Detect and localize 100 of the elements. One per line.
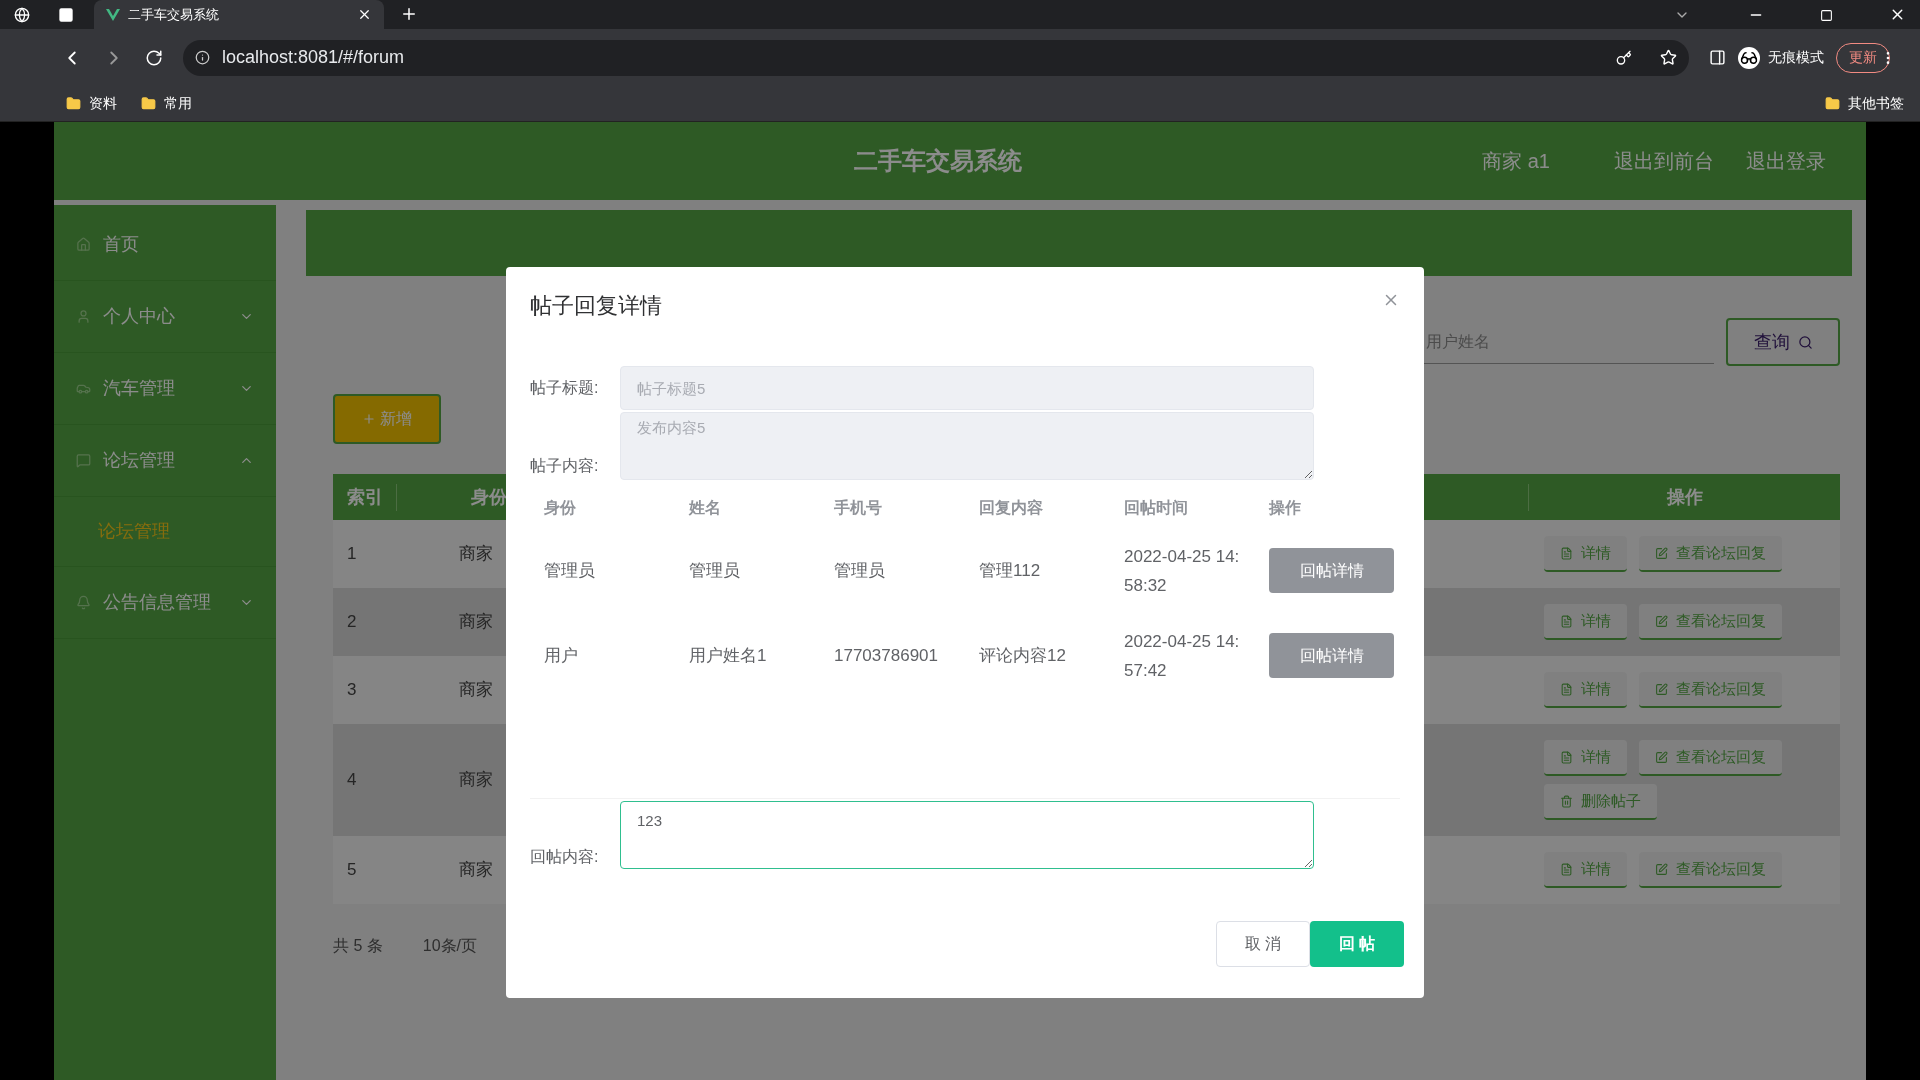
- folder-icon: [66, 96, 81, 111]
- table-cell-text: 管理员: [833, 559, 886, 582]
- table-cell-text: 商家: [458, 679, 494, 702]
- submit-button[interactable]: 回 帖: [1310, 921, 1404, 967]
- field-label: 帖子标题:: [530, 378, 600, 398]
- table-cell-text: 管理112: [978, 559, 1042, 582]
- table-cell-text: 2: [346, 611, 358, 634]
- edit-icon: [1655, 614, 1668, 628]
- sidebar-item[interactable]: 公告信息管理: [54, 567, 276, 639]
- row-action-button[interactable]: 详情: [1544, 536, 1627, 572]
- row-action-button[interactable]: 查看论坛回复: [1639, 536, 1782, 572]
- side-panel-icon[interactable]: [1709, 49, 1726, 66]
- document-icon: [1560, 862, 1573, 876]
- total-count: 共 5 条: [333, 936, 383, 956]
- column-header: 回复内容: [978, 498, 1044, 518]
- menu-item-icon: [76, 237, 91, 252]
- bookmark[interactable]: 资料: [66, 93, 117, 114]
- column-header: 身份: [543, 498, 577, 518]
- v-logo-icon: [106, 8, 120, 21]
- folder-icon: [1825, 96, 1840, 111]
- sidebar-subitem[interactable]: 论坛管理: [54, 497, 276, 567]
- sidebar-item[interactable]: 个人中心: [54, 281, 276, 353]
- row-action-button[interactable]: 查看论坛回复: [1639, 604, 1782, 640]
- close-icon[interactable]: [357, 7, 372, 22]
- document-icon: [1560, 750, 1573, 764]
- field-label: 回帖内容:: [530, 847, 600, 867]
- header-link[interactable]: 退出到前台: [1614, 146, 1714, 176]
- incognito-icon: [1738, 46, 1760, 69]
- star-icon[interactable]: [1660, 49, 1677, 66]
- reload-icon[interactable]: [145, 48, 163, 67]
- menu-item-icon: [76, 453, 91, 468]
- table-cell-text: 1: [346, 543, 358, 566]
- row-action-button[interactable]: 查看论坛回复: [1639, 672, 1782, 708]
- bookmark[interactable]: 常用: [141, 93, 192, 114]
- sidebar-item[interactable]: 汽车管理: [54, 353, 276, 425]
- menu-item-icon: [76, 309, 91, 324]
- document-icon: [1560, 546, 1573, 560]
- table-cell-text: 管理员: [688, 559, 741, 582]
- reply-detail-button[interactable]: 回帖详情: [1269, 548, 1394, 593]
- column-header: 姓名: [687, 498, 722, 518]
- edit-icon: [1655, 682, 1668, 696]
- reply-detail-button[interactable]: 回帖详情: [1269, 633, 1394, 678]
- row-action-button[interactable]: 详情: [1544, 672, 1627, 708]
- menu-item-icon: [76, 595, 91, 610]
- dialog-title: 帖子回复详情: [530, 292, 662, 320]
- document-icon: [1560, 614, 1573, 628]
- column-header: 操作: [1267, 498, 1302, 518]
- table-cell-text: 4: [346, 769, 358, 792]
- row-action-button[interactable]: 查看论坛回复: [1639, 852, 1782, 888]
- user-name: 商家 a1: [1482, 149, 1550, 174]
- window-icon[interactable]: [58, 7, 74, 23]
- table-cell-text: 2022-04-25 14:58:32: [1123, 545, 1241, 597]
- table-cell-text: 3: [346, 679, 358, 702]
- column-header: 手机号: [833, 498, 883, 518]
- row-action-button[interactable]: 删除帖子: [1544, 784, 1657, 820]
- folder-icon: [141, 96, 156, 111]
- table-cell-text: 商家: [458, 769, 494, 792]
- row-action-button[interactable]: 查看论坛回复: [1639, 740, 1782, 776]
- column-header: 回帖时间: [1123, 498, 1189, 518]
- reply-content-field[interactable]: 123: [620, 801, 1314, 869]
- edit-icon: [1655, 546, 1668, 560]
- tab-title: 二手车交易系统: [128, 5, 220, 24]
- table-cell-text: 用户姓名1: [688, 644, 768, 667]
- field-label: 帖子内容:: [530, 456, 600, 476]
- browser-tab[interactable]: 二手车交易系统: [94, 0, 384, 29]
- row-action-button[interactable]: 详情: [1544, 852, 1627, 888]
- other-bookmarks[interactable]: 其他书签: [1825, 93, 1904, 114]
- plus-icon: [362, 412, 376, 426]
- add-button[interactable]: 新增: [333, 394, 441, 444]
- edit-icon: [1655, 862, 1668, 876]
- app-title: 二手车交易系统: [854, 146, 1023, 176]
- page-size-select[interactable]: 10条/页: [422, 934, 478, 958]
- table-cell-text: 用户: [543, 644, 579, 667]
- table-cell-text: 商家: [458, 859, 494, 882]
- row-action-button[interactable]: 详情: [1544, 604, 1627, 640]
- restore-icon[interactable]: [1820, 9, 1833, 22]
- url-text: localhost:8081/#/forum: [222, 46, 406, 69]
- table-cell-text: 商家: [458, 543, 494, 566]
- edit-icon: [1655, 750, 1668, 764]
- incognito-label: 无痕模式: [1768, 48, 1824, 67]
- header-link[interactable]: 退出登录: [1746, 146, 1826, 176]
- column-header: 索引: [333, 483, 397, 511]
- info-icon: [195, 50, 210, 65]
- trash-icon: [1560, 794, 1573, 808]
- globe-icon[interactable]: [14, 7, 30, 23]
- table-cell-text: 5: [346, 859, 358, 882]
- address-bar[interactable]: localhost:8081/#/forum: [183, 39, 1689, 76]
- table-cell-text: 17703786901: [833, 644, 939, 667]
- table-cell-text: 管理员: [543, 559, 596, 582]
- table-cell-text: 2022-04-25 14:57:42: [1123, 630, 1241, 682]
- sidebar-item[interactable]: 论坛管理: [54, 425, 276, 497]
- column-header: 操作: [1528, 483, 1840, 511]
- column-header: 身份: [470, 485, 507, 509]
- row-action-button[interactable]: 详情: [1544, 740, 1627, 776]
- sidebar-item[interactable]: 首页: [54, 209, 276, 281]
- new-tab-icon[interactable]: [400, 5, 418, 23]
- search-button[interactable]: 查询: [1726, 318, 1840, 366]
- document-icon: [1560, 682, 1573, 696]
- search-icon: [1797, 334, 1813, 350]
- key-icon[interactable]: [1616, 49, 1632, 66]
